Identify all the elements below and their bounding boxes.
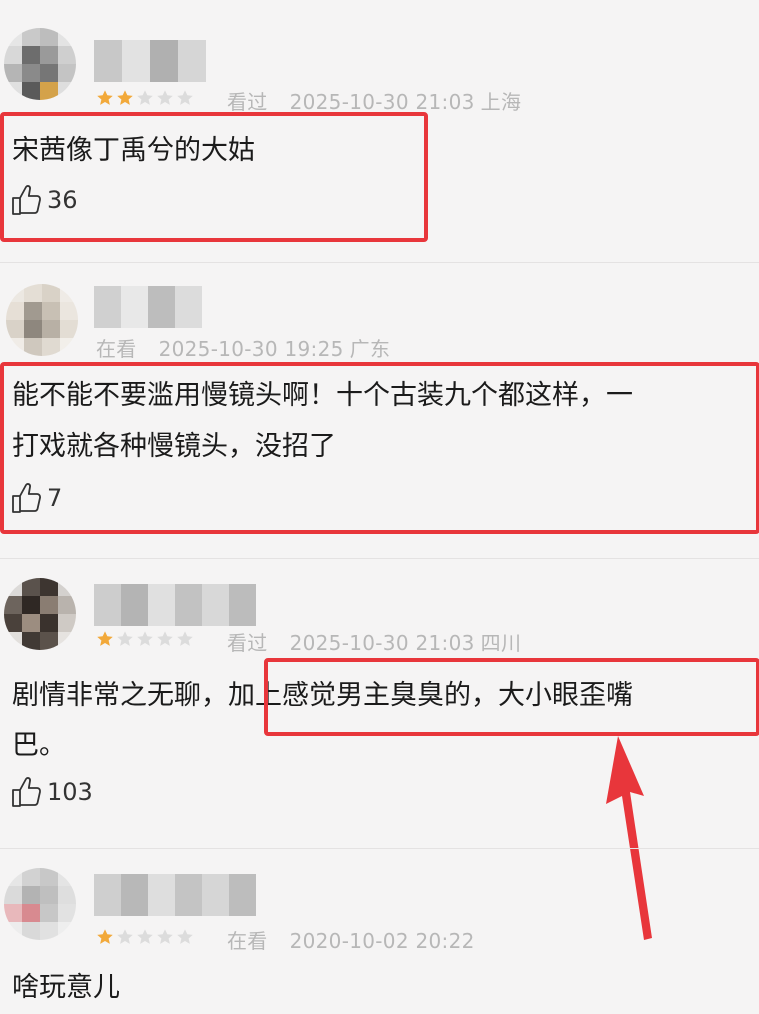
comment-meta: 在看 2025-10-30 19:25 广东 xyxy=(96,333,390,362)
highlight-box xyxy=(0,112,428,242)
comment-meta: 看过 2025-10-30 21:03 四川 xyxy=(227,627,521,656)
rating-stars xyxy=(96,928,194,946)
avatar[interactable] xyxy=(4,868,76,940)
rating-stars xyxy=(96,89,194,107)
comment-datetime: 2020-10-02 20:22 xyxy=(289,929,475,953)
star-empty-icon xyxy=(117,631,133,646)
highlight-box xyxy=(264,658,759,736)
watch-status: 看过 xyxy=(227,631,268,655)
star-filled-icon xyxy=(97,631,113,646)
comment-location: 上海 xyxy=(480,90,522,114)
comment-text: 巴。 xyxy=(12,730,66,761)
star-empty-icon xyxy=(117,929,133,944)
star-filled-icon xyxy=(117,90,133,105)
comment-text: 啥玩意儿 xyxy=(12,972,120,1003)
star-empty-icon xyxy=(177,90,193,105)
watch-status: 在看 xyxy=(227,929,268,953)
comment-location: 四川 xyxy=(480,631,522,655)
star-empty-icon xyxy=(137,90,153,105)
username-blurred[interactable] xyxy=(94,584,256,626)
divider xyxy=(0,262,759,263)
rating-stars xyxy=(96,630,194,648)
watch-status: 看过 xyxy=(227,90,268,114)
like-button[interactable]: 103 xyxy=(10,775,93,809)
divider xyxy=(0,558,759,559)
star-empty-icon xyxy=(137,631,153,646)
star-empty-icon xyxy=(157,90,173,105)
star-empty-icon xyxy=(177,631,193,646)
star-filled-icon xyxy=(97,90,113,105)
comment-meta: 在看 2020-10-02 20:22 xyxy=(227,925,475,954)
username-blurred[interactable] xyxy=(94,874,256,916)
watch-status: 在看 xyxy=(96,337,137,361)
avatar[interactable] xyxy=(4,578,76,650)
username-blurred[interactable] xyxy=(94,286,202,328)
comment-location: 广东 xyxy=(349,337,391,361)
star-filled-icon xyxy=(97,929,113,944)
like-count: 103 xyxy=(47,778,93,806)
avatar[interactable] xyxy=(4,28,76,100)
red-arrow-annotation xyxy=(606,736,652,940)
comment-meta: 看过 2025-10-30 21:03 上海 xyxy=(227,86,521,115)
star-empty-icon xyxy=(137,929,153,944)
divider xyxy=(0,848,759,849)
comment-datetime: 2025-10-30 21:03 xyxy=(289,631,475,655)
avatar[interactable] xyxy=(6,284,78,356)
star-empty-icon xyxy=(177,929,193,944)
star-empty-icon xyxy=(157,631,173,646)
star-empty-icon xyxy=(157,929,173,944)
highlight-box xyxy=(0,362,759,534)
thumbs-up-icon xyxy=(10,775,44,809)
username-blurred[interactable] xyxy=(94,40,206,82)
comment-datetime: 2025-10-30 19:25 xyxy=(158,337,344,361)
comment-datetime: 2025-10-30 21:03 xyxy=(289,90,475,114)
